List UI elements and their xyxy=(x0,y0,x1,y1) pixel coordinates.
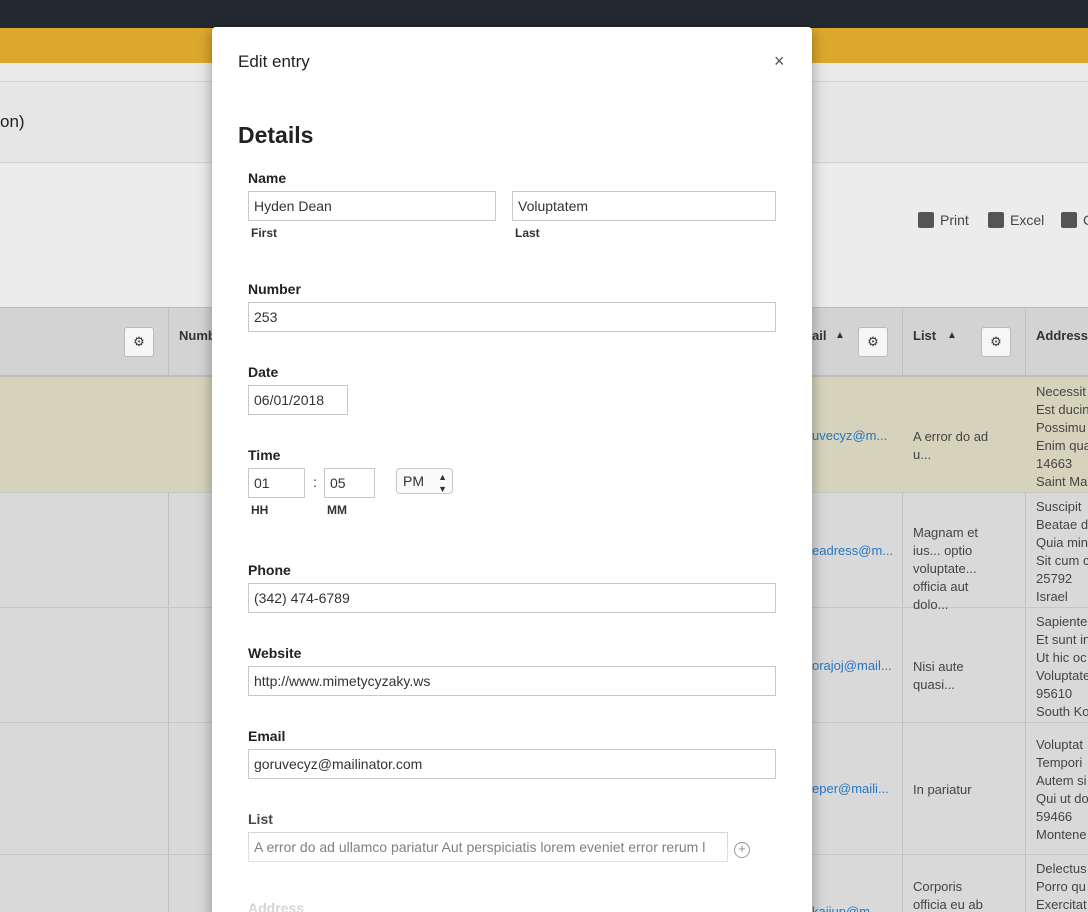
name-label: Name xyxy=(248,170,287,186)
minute-sublabel: MM xyxy=(327,503,347,517)
column-header-number[interactable]: Numb xyxy=(179,328,216,343)
minute-input[interactable]: 05 xyxy=(324,468,375,498)
print-button[interactable]: Print xyxy=(918,212,969,228)
list-cell: In pariatur xyxy=(913,782,972,797)
csv-button[interactable]: C xyxy=(1061,212,1088,228)
column-settings-button[interactable]: ⚙ xyxy=(858,327,888,357)
first-name-sublabel: First xyxy=(251,226,278,240)
close-icon[interactable]: × xyxy=(774,51,785,72)
select-arrows-icon: ▲ ▼ xyxy=(438,472,447,494)
number-input[interactable]: 253 xyxy=(248,302,776,332)
list-cell: Corporis officia eu ab consequ... xyxy=(913,879,983,912)
sort-asc-icon: ▲ xyxy=(947,330,957,341)
phone-input[interactable]: (342) 474-6789 xyxy=(248,583,776,613)
list-label: List xyxy=(248,811,273,827)
excel-button[interactable]: Excel xyxy=(988,212,1044,228)
time-label: Time xyxy=(248,447,281,463)
column-header-email[interactable]: ail xyxy=(812,328,826,343)
website-label: Website xyxy=(248,645,302,661)
hour-input[interactable]: 01 xyxy=(248,468,305,498)
list-cell: A error do ad u... xyxy=(913,429,989,462)
page-title: on) xyxy=(0,112,25,131)
email-cell[interactable]: eper@maili... xyxy=(812,781,894,796)
last-name-sublabel: Last xyxy=(515,226,540,240)
website-input[interactable]: http://www.mimetycyzaky.ws xyxy=(248,666,776,696)
list-input[interactable]: A error do ad ullamco pariatur Aut persp… xyxy=(248,832,728,862)
address-cell: Sapiente Et sunt in Ut hic oc Voluptate 9561… xyxy=(1036,614,1088,719)
phone-label: Phone xyxy=(248,562,291,578)
edit-entry-dialog: Edit entry × Details Name Hyden Dean Fir… xyxy=(212,27,812,912)
email-cell[interactable]: kaijup@m... xyxy=(812,904,894,912)
csv-icon xyxy=(1061,212,1077,228)
address-label: Address xyxy=(248,900,305,912)
top-navbar xyxy=(0,0,1088,28)
date-input[interactable]: 06/01/2018 xyxy=(248,385,348,415)
address-cell: Suscipit Beatae d Quia min Sit cum c 25792 Is… xyxy=(1036,499,1088,604)
dialog-body[interactable]: Details Name Hyden Dean First Voluptatem… xyxy=(238,122,786,912)
address-cell: Necessit Est ducin Possimu Enim qua 14663 Sai… xyxy=(1036,384,1088,489)
printer-icon xyxy=(918,212,934,228)
time-separator: : xyxy=(313,474,317,490)
email-input[interactable]: goruvecyz@mailinator.com xyxy=(248,749,776,779)
list-cell: Nisi aute quasi... xyxy=(913,659,964,692)
ampm-select[interactable]: PM ▲ ▼ xyxy=(396,468,453,494)
email-cell[interactable]: uvecyz@m... xyxy=(812,428,894,443)
number-label: Number xyxy=(248,281,301,297)
dialog-title: Edit entry xyxy=(238,52,310,71)
column-header-address[interactable]: Address xyxy=(1036,328,1088,343)
print-label: Print xyxy=(940,212,969,228)
column-header-list[interactable]: List xyxy=(913,328,936,343)
date-label: Date xyxy=(248,364,279,380)
section-heading: Details xyxy=(238,122,314,148)
last-name-input[interactable]: Voluptatem xyxy=(512,191,776,221)
hour-sublabel: HH xyxy=(251,503,269,517)
email-cell[interactable]: orajoj@mail... xyxy=(812,658,894,673)
first-name-input[interactable]: Hyden Dean xyxy=(248,191,496,221)
email-cell[interactable]: eadress@m... xyxy=(812,543,894,558)
excel-label: Excel xyxy=(1010,212,1045,228)
list-cell: Magnam et ius... optio voluptate... offi… xyxy=(913,525,979,612)
address-cell: Voluptat Tempori Autem si Qui ut do 59466 Mon… xyxy=(1036,737,1088,842)
sort-asc-icon: ▲ xyxy=(835,330,845,341)
excel-icon xyxy=(988,212,1004,228)
column-settings-button[interactable]: ⚙ xyxy=(981,327,1011,357)
csv-label: C xyxy=(1083,212,1088,228)
column-settings-button[interactable]: ⚙ xyxy=(124,327,154,357)
add-item-icon[interactable]: + xyxy=(734,842,750,858)
address-cell: Delectus Porro qu Exercitat xyxy=(1036,861,1087,912)
email-label: Email xyxy=(248,728,286,744)
ampm-value: PM xyxy=(403,473,424,489)
